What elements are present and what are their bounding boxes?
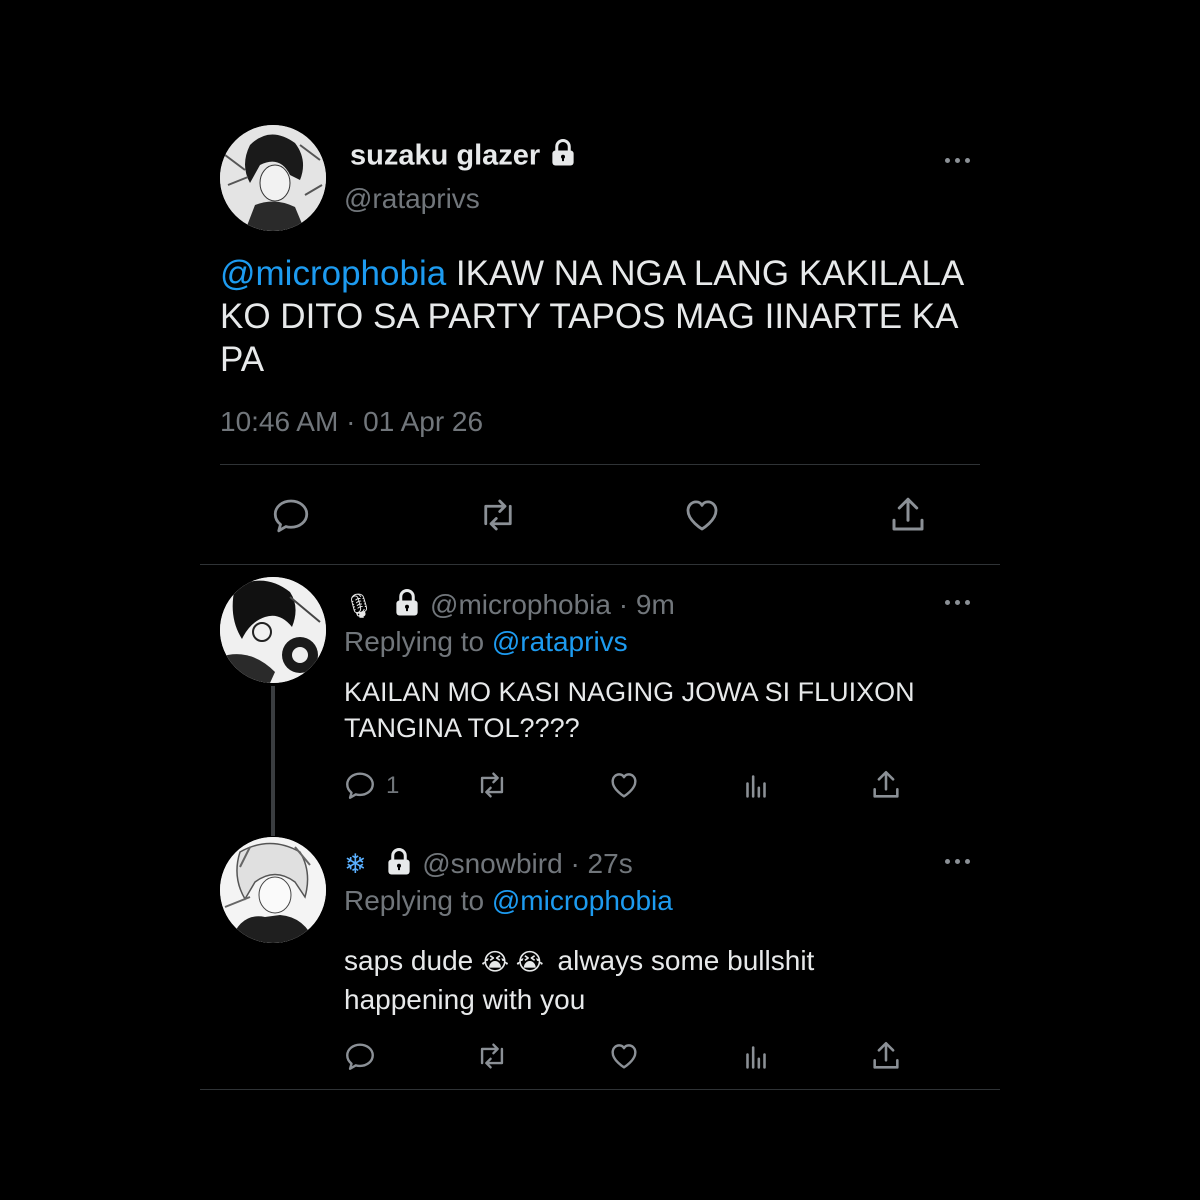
lock-icon [384, 847, 414, 884]
reply-handle[interactable]: @snowbird [422, 848, 562, 879]
handle[interactable]: @rataprivs [344, 183, 480, 215]
snowflake-icon: ❄ [344, 848, 367, 879]
avatar-reply-1[interactable] [220, 577, 326, 683]
reply-icon[interactable] [270, 494, 312, 536]
divider [220, 464, 980, 465]
share-icon[interactable] [887, 494, 929, 536]
retweet-icon[interactable] [475, 494, 521, 536]
reply-2-header: ❄ @snowbird · 27s [344, 847, 633, 884]
thread-line [271, 686, 275, 836]
retweet-icon[interactable] [473, 768, 511, 802]
reply-1-header: 🎙 @microphobia · 9m [344, 588, 675, 625]
reply-time[interactable]: · 27s [570, 848, 632, 879]
like-icon[interactable] [607, 1039, 641, 1073]
display-name[interactable]: suzaku glazer [350, 138, 578, 176]
retweet-icon[interactable] [473, 1039, 511, 1073]
replying-to-link[interactable]: @rataprivs [492, 626, 628, 657]
like-icon[interactable] [681, 494, 723, 536]
reply-handle[interactable]: @microphobia [430, 589, 611, 620]
reply-icon[interactable] [343, 1039, 377, 1073]
like-icon[interactable] [607, 768, 641, 802]
reply-time[interactable]: · 9m [619, 589, 675, 620]
divider [200, 564, 1000, 565]
replying-to: Replying to @rataprivs [344, 626, 628, 657]
avatar-reply-2[interactable] [220, 837, 326, 943]
reply-count: 1 [386, 772, 400, 799]
timestamp[interactable]: 10:46 AM · 01 Apr 26 [220, 406, 483, 438]
reply-text: KAILAN MO KASI NAGING JOWA SI FLUIXON TA… [344, 677, 915, 743]
share-icon[interactable] [869, 1039, 903, 1073]
reply-text: saps dude 😭 😭 always some bullshit happe… [344, 945, 815, 1015]
share-icon[interactable] [869, 768, 903, 802]
avatar-main[interactable] [220, 125, 326, 231]
divider [200, 1089, 1000, 1090]
crying-emoji: 😭 😭 [481, 949, 544, 976]
lock-icon [392, 588, 422, 625]
more-icon[interactable] [945, 856, 971, 866]
mention-link[interactable]: @microphobia [220, 254, 446, 293]
microphone-icon: 🎙 [344, 592, 375, 620]
replying-to-link[interactable]: @microphobia [492, 885, 673, 916]
tweet-text: @microphobia IKAW NA NGA LANG KAKILALA K… [220, 254, 963, 379]
more-icon[interactable] [945, 597, 971, 607]
reply-icon[interactable] [343, 768, 377, 802]
more-icon[interactable] [945, 155, 971, 165]
views-icon[interactable] [739, 768, 773, 802]
views-icon[interactable] [739, 1039, 773, 1073]
lock-icon [548, 138, 578, 176]
replying-to: Replying to @microphobia [344, 885, 673, 916]
